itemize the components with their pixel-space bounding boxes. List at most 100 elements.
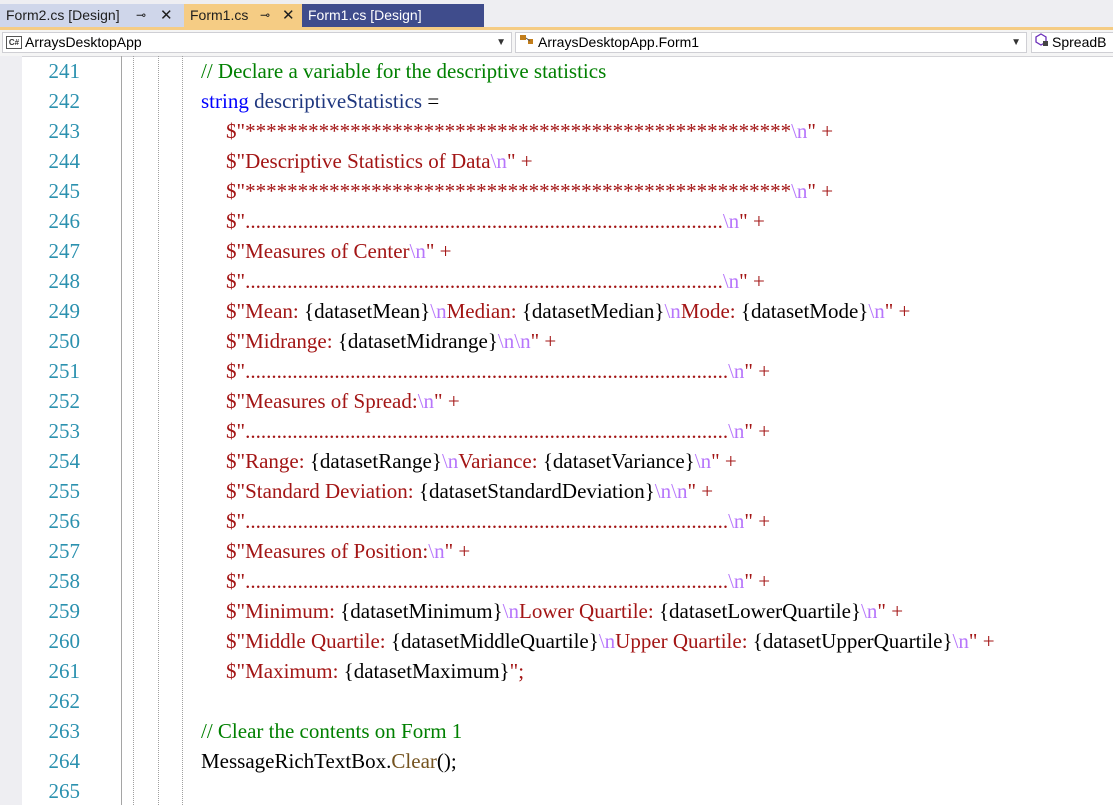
code-line-261[interactable]: $"Maximum: {datasetMaximum}";	[226, 656, 524, 686]
string-literal: " +	[877, 599, 904, 623]
code-line-248[interactable]: $"......................................…	[226, 266, 765, 296]
interpolation: {datasetMode}	[740, 299, 869, 323]
outlining-margin	[121, 56, 122, 805]
string-literal: ";	[509, 659, 525, 683]
string-literal: $"......................................…	[226, 269, 723, 293]
interpolation: {datasetLowerQuartile}	[658, 599, 862, 623]
line-number: 247	[48, 239, 81, 263]
comment: // Declare a variable for the descriptiv…	[201, 59, 607, 83]
line-number: 256	[48, 509, 81, 533]
code-line-253[interactable]: $"......................................…	[226, 416, 770, 446]
code-line-241[interactable]: // Declare a variable for the descriptiv…	[201, 56, 606, 86]
indicator-margin	[0, 56, 22, 805]
method-name: Clear	[391, 749, 437, 773]
line-number: 250	[48, 329, 81, 353]
string-literal: " +	[506, 149, 533, 173]
string-literal: " +	[807, 179, 834, 203]
string-literal: " +	[739, 269, 765, 293]
line-number: 260	[48, 629, 81, 653]
line-number: 262	[48, 689, 81, 713]
code-line-249[interactable]: $"Mean: {datasetMean}\nMedian: {datasetM…	[226, 296, 910, 326]
comment: // Clear the contents on Form 1	[201, 719, 463, 743]
code-line-244[interactable]: $"Descriptive Statistics of Data\n" +	[226, 146, 533, 176]
code-line-260[interactable]: $"Middle Quartile: {datasetMiddleQuartil…	[226, 626, 995, 656]
variable-name: descriptiveStatistics	[254, 89, 423, 113]
code-line-255[interactable]: $"Standard Deviation: {datasetStandardDe…	[226, 476, 713, 506]
code-line-247[interactable]: $"Measures of Center\n" +	[226, 236, 452, 266]
member-dropdown[interactable]: SpreadB	[1031, 32, 1113, 53]
navigation-bar: C# ArraysDesktopApp ▼ ArraysDesktopApp.Fo…	[0, 30, 1113, 57]
escape-sequence: \n	[868, 299, 885, 323]
punctuation: ();	[436, 749, 457, 773]
tab-form1-code[interactable]: Form1.cs ⊸ ✕	[184, 4, 302, 27]
interpolation: {datasetMidrange}	[337, 329, 498, 353]
code-line-242[interactable]: string descriptiveStatistics =	[201, 86, 439, 116]
string-literal: Upper Quartile:	[615, 629, 753, 653]
string-literal: $"Measures of Position:	[226, 539, 429, 563]
line-number: 264	[48, 749, 81, 773]
string-literal: $"Maximum:	[226, 659, 344, 683]
code-line-250[interactable]: $"Midrange: {datasetMidrange}\n\n" +	[226, 326, 556, 356]
line-number: 263	[48, 719, 81, 743]
operator: =	[422, 89, 440, 113]
code-line-254[interactable]: $"Range: {datasetRange}\nVariance: {data…	[226, 446, 737, 476]
string-literal: " +	[711, 449, 737, 473]
tab-form1-design-preview[interactable]: Form1.cs [Design]	[302, 4, 484, 27]
string-literal: " +	[884, 299, 911, 323]
tab-label: Form2.cs [Design]	[6, 7, 120, 23]
string-literal: Median:	[446, 299, 522, 323]
code-line-252[interactable]: $"Measures of Spread:\n" +	[226, 386, 460, 416]
escape-sequence: \n	[722, 269, 740, 293]
escape-sequence: \n	[722, 209, 740, 233]
code-line-246[interactable]: $"......................................…	[226, 206, 765, 236]
interpolation: {datasetStandardDeviation}	[418, 479, 655, 503]
string-literal: " +	[530, 329, 557, 353]
code-line-264[interactable]: MessageRichTextBox.Clear();	[201, 746, 457, 776]
string-literal: $"Descriptive Statistics of Data	[226, 149, 491, 173]
pin-icon[interactable]: ⊸	[136, 4, 146, 27]
code-line-251[interactable]: $"......................................…	[226, 356, 770, 386]
string-literal: $"**************************************…	[226, 179, 792, 203]
line-number: 253	[48, 419, 81, 443]
escape-sequence: \n	[664, 299, 681, 323]
line-number: 261	[48, 659, 81, 683]
string-literal: Variance:	[458, 449, 543, 473]
escape-sequence: \n	[791, 179, 808, 203]
project-dropdown[interactable]: C# ArraysDesktopApp ▼	[2, 32, 512, 53]
interpolation: {datasetMean}	[303, 299, 431, 323]
string-literal: $"Middle Quartile:	[226, 629, 391, 653]
pin-icon[interactable]: ⊸	[260, 4, 270, 27]
string-literal: $"Range:	[226, 449, 310, 473]
string-literal: " +	[807, 119, 834, 143]
code-editor[interactable]: 241 242 243 244 245 246 247 248 249 250 251 252 253 2…	[0, 56, 1113, 805]
escape-sequence: \n	[598, 629, 616, 653]
escape-sequence: \n	[728, 359, 745, 383]
close-icon[interactable]: ✕	[160, 4, 173, 27]
code-line-259[interactable]: $"Minimum: {datasetMinimum}\nLower Quart…	[226, 596, 903, 626]
escape-sequence: \n\n	[497, 329, 531, 353]
line-number: 255	[48, 479, 81, 503]
tab-form2-design[interactable]: Form2.cs [Design] ⊸ ✕	[0, 4, 184, 27]
escape-sequence: \n	[430, 299, 447, 323]
code-line-257[interactable]: $"Measures of Position:\n" +	[226, 536, 470, 566]
escape-sequence: \n	[728, 569, 745, 593]
line-number: 257	[48, 539, 81, 563]
line-number: 244	[48, 149, 81, 173]
chevron-down-icon[interactable]: ▼	[496, 33, 506, 52]
chevron-down-icon[interactable]: ▼	[1011, 33, 1021, 52]
string-literal: Lower Quartile:	[519, 599, 659, 623]
escape-sequence: \n	[428, 539, 445, 563]
code-line-243[interactable]: $"**************************************…	[226, 116, 833, 146]
type-dropdown[interactable]: ArraysDesktopApp.Form1 ▼	[515, 32, 1027, 53]
string-literal: " +	[444, 539, 471, 563]
line-number: 252	[48, 389, 81, 413]
escape-sequence: \n	[502, 599, 519, 623]
code-line-256[interactable]: $"......................................…	[226, 506, 770, 536]
interpolation: {datasetRange}	[309, 449, 442, 473]
close-icon[interactable]: ✕	[282, 4, 295, 27]
interpolation: {datasetMiddleQuartile}	[390, 629, 599, 653]
code-line-263[interactable]: // Clear the contents on Form 1	[201, 716, 462, 746]
code-line-245[interactable]: $"**************************************…	[226, 176, 833, 206]
string-literal: $"......................................…	[226, 569, 729, 593]
code-line-258[interactable]: $"......................................…	[226, 566, 770, 596]
